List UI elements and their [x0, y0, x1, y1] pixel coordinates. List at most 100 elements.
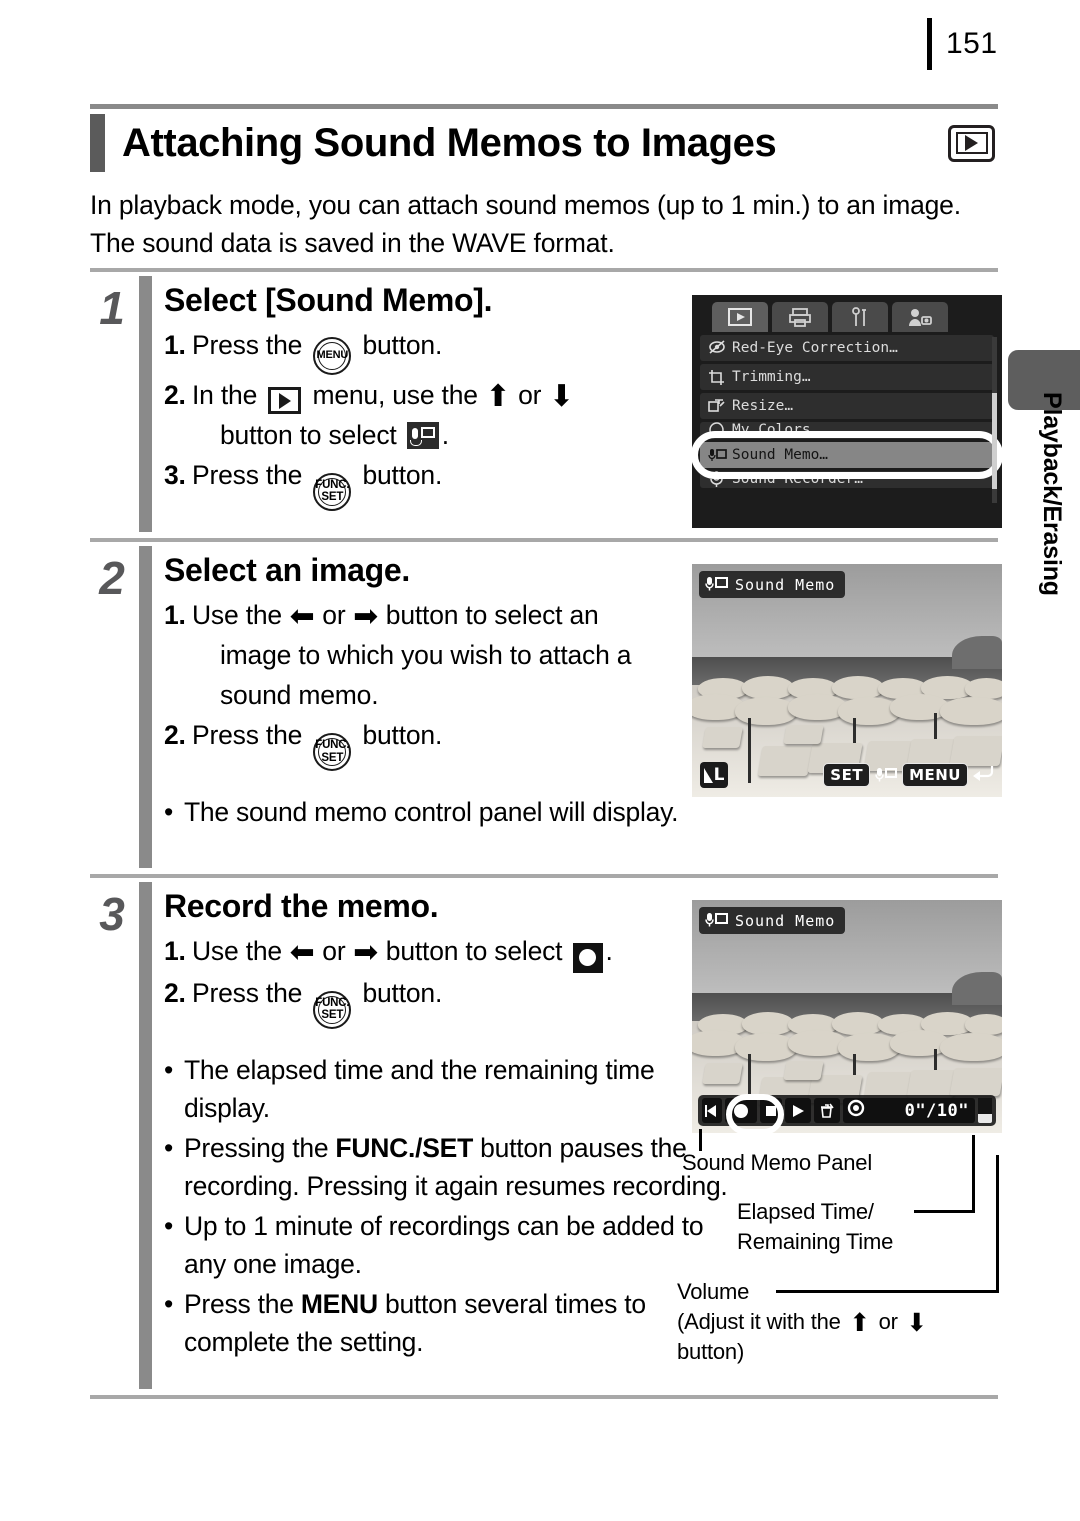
- sound-memo-icon: [406, 421, 439, 449]
- setup-tab[interactable]: [832, 302, 888, 332]
- step-1-pre-3: Press the: [192, 459, 303, 490]
- step-3-bullet-3: • Up to 1 minute of recordings can be ad…: [164, 1207, 744, 1283]
- callout-elapsed-time-line1: Elapsed Time/: [737, 1199, 874, 1224]
- step-1-pre-1: Press the: [192, 330, 303, 360]
- divider-bottom: [90, 1395, 998, 1399]
- button-hint-bar: SET MENU: [823, 761, 994, 789]
- step-2-bullet-1: • The sound memo control panel will disp…: [164, 793, 744, 831]
- stop-icon[interactable]: [760, 1098, 782, 1123]
- playback-menu-icon: [268, 387, 302, 414]
- step-3-bullet-2: • Pressing the FUNC./SET button pauses t…: [164, 1129, 744, 1205]
- image-quality-badge: L: [700, 762, 728, 788]
- right-arrow-icon: ➡: [353, 936, 379, 969]
- menu-item-label: Resize…: [732, 398, 794, 414]
- callout-volume-note-line2: button): [677, 1339, 745, 1364]
- playback-mode-icon: [948, 124, 995, 162]
- step-2-number: 2: [99, 552, 125, 604]
- record-icon[interactable]: [725, 1098, 757, 1123]
- step-3-body: Record the memo. 1. Use the ⬅ or ➡ butto…: [164, 888, 744, 1361]
- step-1-text-1: Press the MENU button.: [192, 325, 744, 375]
- step-1-line-2: 2. In the menu, use the ⬆ or ⬇ button to…: [164, 375, 744, 455]
- divider-step2: [90, 538, 998, 542]
- bullet-dot: •: [164, 1288, 174, 1319]
- step-3-bullet-text-2: Pressing the FUNC./SET button pauses the…: [184, 1132, 728, 1201]
- step-2-marker-1: 1.: [164, 600, 186, 630]
- erase-icon[interactable]: [814, 1098, 840, 1123]
- step-1-number: 1: [99, 282, 125, 334]
- step-1-bar: [139, 276, 152, 532]
- step-2-bullet-text-1: The sound memo control panel will displa…: [184, 797, 679, 827]
- step-1-marker-3: 3.: [164, 459, 186, 490]
- resize-icon: [708, 398, 732, 414]
- menu-item-my-colors[interactable]: My Colors…: [700, 422, 994, 439]
- step-3-post-1: button to select: [385, 936, 563, 966]
- step-3-end-1: .: [605, 936, 613, 966]
- divider-step3: [90, 874, 998, 878]
- menu-item-label: My Colors…: [732, 422, 820, 438]
- headland: [952, 972, 1002, 1005]
- bullet-dot: •: [164, 1132, 174, 1163]
- menu-button-icon: MENU: [313, 336, 352, 375]
- menu-item-label: Red-Eye Correction…: [732, 340, 898, 356]
- camera-menu-screen: Red-Eye Correction… Trimming… Resize… My…: [691, 295, 1003, 528]
- callout-leader-volume-horz: [776, 1290, 999, 1293]
- chapter-tab-label: Playback/Erasing: [1038, 392, 1066, 596]
- red-eye-icon: [708, 340, 732, 356]
- step-3-title: Record the memo.: [164, 888, 439, 924]
- step-3-marker-1: 1.: [164, 936, 186, 966]
- photo-preview-screen: Sound Memo L SET MENU: [692, 564, 1002, 797]
- step-3-pre-2: Press the: [192, 977, 303, 1008]
- step-3-number: 3: [99, 888, 125, 940]
- menu-item-sound-memo[interactable]: Sound Memo…: [700, 442, 994, 468]
- play-icon[interactable]: [785, 1098, 811, 1123]
- callout-leader-time-vert: [972, 1135, 975, 1213]
- step-2-post-2: button.: [362, 720, 443, 750]
- print-tab[interactable]: [772, 302, 828, 332]
- step-2-pre-1: Use the: [192, 600, 282, 630]
- step-2-marker-2: 2.: [164, 720, 186, 750]
- menu-item-sound-recorder[interactable]: Sound Recorder…: [700, 471, 994, 488]
- left-arrow-icon: ⬅: [289, 936, 315, 969]
- volume-level: [978, 1098, 992, 1114]
- menu-item-trimming[interactable]: Trimming…: [700, 364, 994, 390]
- step-1-post-3: button.: [362, 459, 443, 490]
- playback-tab[interactable]: [712, 302, 768, 332]
- down-arrow-icon: ⬇: [906, 1309, 928, 1337]
- callout-leader-volume-vert: [996, 1155, 999, 1293]
- step-2-text-1: Use the ⬅ or ➡ button to select an image…: [192, 595, 744, 715]
- sound-memo-icon: [705, 574, 729, 595]
- manual-page: 151 Attaching Sound Memos to Images In p…: [0, 0, 1080, 1521]
- menu-item-label: Sound Recorder…: [732, 471, 863, 487]
- volume-indicator[interactable]: [978, 1098, 992, 1123]
- volume-note-pre: (Adjust it with the: [677, 1309, 841, 1334]
- menu-scrollbar[interactable]: [992, 337, 997, 503]
- my-camera-tab[interactable]: [892, 302, 948, 332]
- sound-memo-overlay-label: Sound Memo: [699, 907, 846, 934]
- step-2-cont2: sound memo.: [220, 680, 379, 710]
- menu-key-hint: MENU: [902, 763, 968, 787]
- callout-group: Sound Memo Panel Elapsed Time/ Remaining…: [672, 1129, 1002, 1367]
- step-3-or-1: or: [322, 936, 346, 966]
- title-tick: [90, 114, 105, 172]
- exit-icon[interactable]: [702, 1098, 722, 1123]
- step-3-marker-2: 2.: [164, 977, 186, 1008]
- headland: [952, 636, 1002, 669]
- menu-term: MENU: [300, 1288, 378, 1319]
- func-set-button-icon: FUNC. SET: [313, 990, 352, 1029]
- step-1-marker-1: 1.: [164, 330, 186, 360]
- menu-item-label: Sound Memo…: [732, 447, 829, 463]
- step-1-marker-2: 2.: [164, 379, 186, 410]
- step-2-text-2: Press the FUNC. SET button.: [192, 715, 744, 771]
- step-1-mid-2: menu, use the: [312, 379, 478, 410]
- menu-scrollbar-thumb[interactable]: [992, 393, 997, 489]
- step-2-bar: [139, 546, 152, 868]
- menu-item-resize[interactable]: Resize…: [700, 393, 994, 419]
- page-number: 151: [946, 27, 998, 60]
- step-1-text-3: Press the FUNC. SET button.: [192, 455, 744, 511]
- sound-memo-overlay-label: Sound Memo: [699, 571, 846, 598]
- menu-item-red-eye-correction[interactable]: Red-Eye Correction…: [700, 335, 994, 361]
- size-l-label: L: [713, 765, 725, 785]
- down-arrow-icon: ⬇: [549, 379, 574, 413]
- record-icon: [572, 942, 603, 973]
- up-arrow-icon: ⬆: [849, 1309, 871, 1337]
